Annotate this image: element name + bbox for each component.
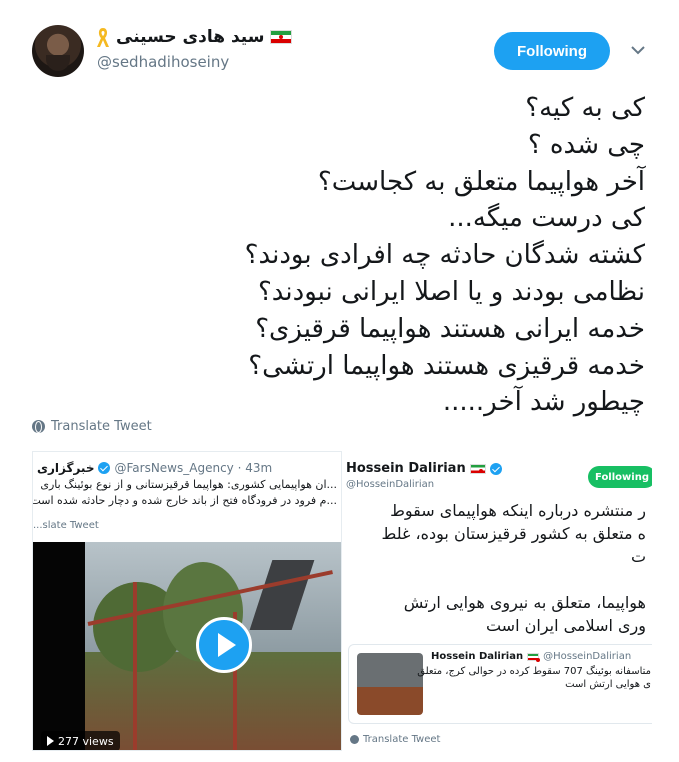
avatar-beard	[46, 55, 70, 71]
embedded-tweet-text: ...ان هواپیمایی کشوری: هواپیما قرقیزستان…	[32, 477, 337, 509]
translate-label: Translate Tweet	[51, 419, 152, 434]
embedded-translate-link: Translate Tweet	[350, 734, 440, 745]
verified-badge-icon	[98, 462, 111, 474]
embedded-following-button: Following	[588, 466, 652, 488]
globe-icon	[350, 735, 359, 744]
video-rail	[133, 582, 137, 750]
embedded-author-handle: @HosseinDalirian	[346, 479, 435, 490]
tweet-line: چی شده ؟	[527, 129, 645, 160]
embedded-author-row: Hossein Dalirian	[346, 461, 502, 476]
tweet-card: سید هادی حسینی @sedhadihoseiny Following…	[0, 0, 679, 762]
iran-flag-icon	[270, 30, 293, 44]
view-count-badge: 277 views	[41, 731, 120, 750]
tweet-line: کی درست میگه...	[448, 203, 645, 234]
embedded-agency-name: خبرگزاری	[37, 461, 95, 475]
tweet-line: چیطور شد آخر.....	[442, 387, 645, 418]
tweet-text: کی به کیه؟ چی شده ؟ آخر هواپیما متعلق به…	[25, 90, 645, 421]
attached-image-right[interactable]: Hossein Dalirian @HosseinDalirian Follow…	[342, 451, 652, 751]
embedded-handle-time: @FarsNews_Agency · 43m	[114, 461, 273, 475]
author-display-name[interactable]: سید هادی حسینی	[116, 27, 264, 47]
embedded-tweet-header: خبرگزاری @FarsNews_Agency · 43m	[33, 458, 341, 478]
embedded-author-name: Hossein Dalirian	[346, 461, 466, 476]
embedded-text-line: ...م فرود در فرودگاه فتح از باند خارج شد…	[32, 494, 337, 507]
quoted-author-handle: @HosseinDalirian	[543, 651, 632, 662]
embedded-text-line: وری اسلامی ایران است	[485, 616, 646, 635]
globe-icon	[32, 420, 45, 433]
tweet-line: خدمه قرقیزی هستند هواپیما ارتشی؟	[248, 350, 645, 381]
following-button[interactable]: Following	[494, 32, 610, 70]
tweet-line: نظامی بودند و یا اصلا ایرانی نبودند؟	[257, 276, 645, 307]
quoted-tweet-text: متاسفانه بوئینگ 707 سقوط کرده در حوالی ک…	[391, 665, 651, 691]
embedded-translate-label: ...slate Tweet	[33, 520, 99, 531]
avatar[interactable]	[32, 25, 84, 77]
embedded-translate-label: Translate Tweet	[363, 734, 441, 745]
author-handle[interactable]: @sedhadihoseiny	[97, 53, 229, 71]
quoted-text-line: ی هوایی ارتش است	[565, 679, 651, 690]
embedded-text-line: ت	[630, 547, 646, 566]
tweet-line: آخر هواپیما متعلق به کجاست؟	[317, 166, 645, 197]
embedded-text-line: ...ان هواپیمایی کشوری: هواپیما قرقیزستان…	[40, 478, 337, 491]
tweet-line: خدمه ایرانی هستند هواپیما قرقیزی؟	[255, 313, 645, 344]
attached-image-left[interactable]: خبرگزاری @FarsNews_Agency · 43m ...ان هو…	[32, 451, 342, 751]
iran-flag-icon	[469, 463, 486, 474]
tweet-line: کی به کیه؟	[525, 93, 645, 123]
iran-flag-icon	[527, 652, 541, 662]
embedded-text-line: هواپیما، متعلق به نیروی هوایی ارتش	[403, 593, 646, 612]
embedded-text-line	[342, 568, 646, 591]
video-thumbnail[interactable]	[33, 542, 341, 750]
embedded-tweet-text: ر منتشره درباره اینکه هواپیمای سقوط ه مت…	[342, 499, 646, 637]
play-button[interactable]	[196, 617, 252, 673]
chevron-down-icon[interactable]	[630, 44, 646, 56]
play-small-icon	[47, 736, 54, 746]
embedded-text-line: ر منتشره درباره اینکه هواپیمای سقوط	[390, 501, 646, 520]
author-name-row[interactable]: سید هادی حسینی	[96, 26, 293, 48]
quoted-author-name: Hossein Dalirian	[431, 651, 524, 662]
quoted-text-line: متاسفانه بوئینگ 707 سقوط کرده در حوالی ک…	[417, 666, 651, 677]
verified-badge-icon	[489, 462, 502, 475]
translate-tweet-link[interactable]: Translate Tweet	[32, 419, 152, 434]
yellow-ribbon-icon	[96, 26, 110, 48]
embedded-text-line: ه متعلق به کشور قرقیزستان بوده، غلط	[381, 524, 646, 543]
quoted-tweet-header: Hossein Dalirian @HosseinDalirian	[431, 651, 631, 662]
tweet-line: کشته شدگان حادثه چه افرادی بودند؟	[244, 240, 645, 271]
video-letterbox	[33, 542, 85, 750]
view-count: 277 views	[58, 734, 114, 748]
quoted-tweet: Hossein Dalirian @HosseinDalirian متاسفا…	[348, 644, 652, 724]
